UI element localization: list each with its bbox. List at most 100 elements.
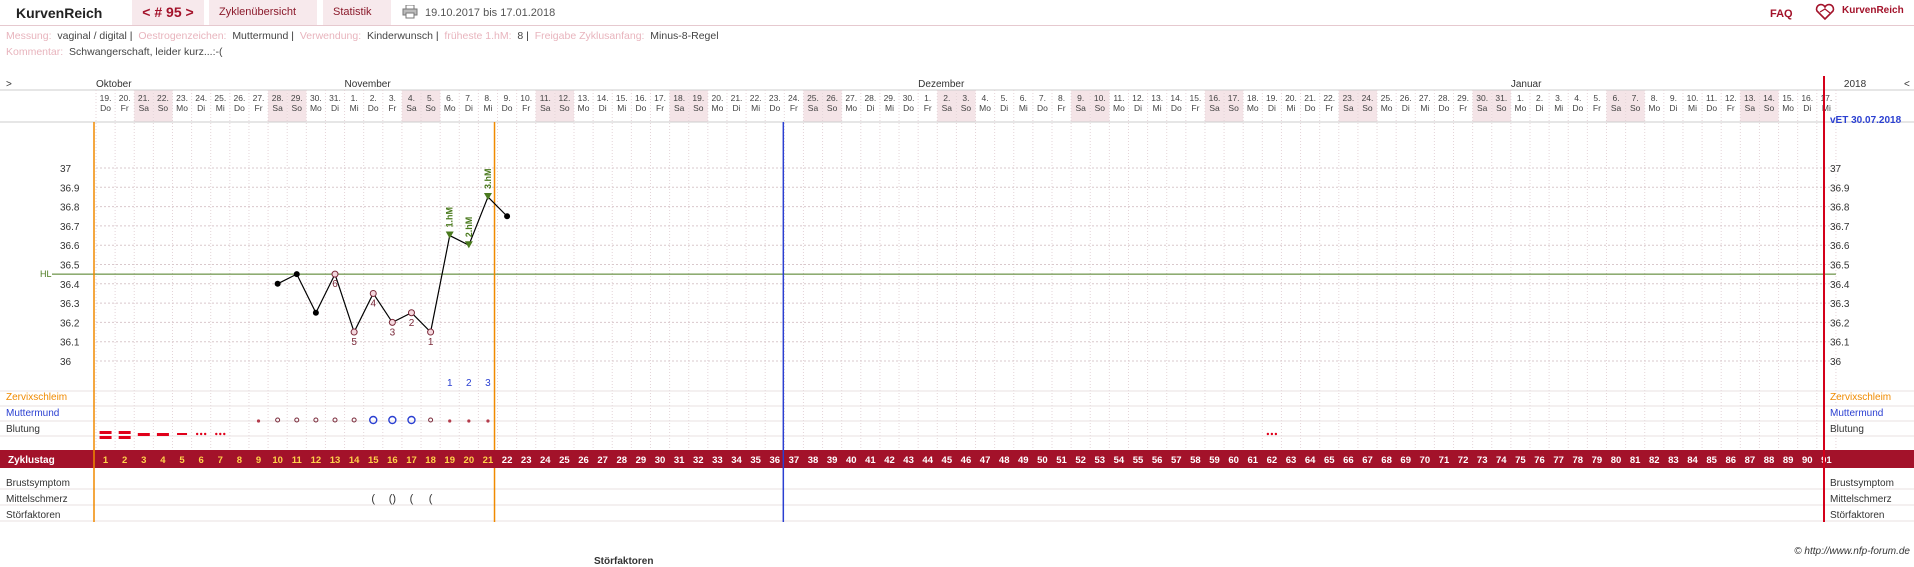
weekday-label: Di	[1803, 103, 1811, 113]
cycle-day-number: 26	[578, 455, 589, 466]
cycle-day-number: 36	[769, 455, 780, 466]
low-count-label: 2	[409, 318, 415, 329]
cycle-day-number: 80	[1611, 455, 1622, 466]
cycle-day-number: 44	[922, 455, 933, 466]
weekday-label: Do	[635, 103, 646, 113]
cycle-day-number: 25	[559, 455, 570, 466]
cycle-navigator[interactable]: < # 95 >	[132, 0, 204, 25]
y-tick-right: 36.6	[1830, 241, 1850, 252]
cycle-day-number: 61	[1247, 455, 1258, 466]
copyright: © http://www.nfp-forum.de	[1794, 546, 1910, 557]
y-tick-right: 36.4	[1830, 280, 1850, 291]
bleeding-spotting	[195, 432, 199, 436]
cervix-open-marker	[369, 415, 378, 425]
temp-point-low	[331, 270, 339, 278]
date-label: 6.	[1612, 93, 1619, 103]
weekday-label: Di	[197, 103, 205, 113]
meta-row-2: Kommentar: Schwangerschaft, leider kurz.…	[6, 46, 223, 58]
cycle-day-number: 10	[272, 455, 283, 466]
oestrogen-value: Muttermund	[232, 30, 289, 42]
y-tick-right: 36.7	[1830, 222, 1850, 233]
date-label: 6.	[446, 93, 453, 103]
month-label: Dezember	[918, 79, 965, 90]
row-label-right-brust: Brustsymptom	[1830, 478, 1894, 489]
weekday-label: Mo	[310, 103, 322, 113]
temp-point-low	[388, 318, 396, 326]
weekday-label: Di	[1669, 103, 1677, 113]
date-label: 2.	[943, 93, 950, 103]
hm-label: 1.hM	[445, 207, 455, 228]
low-count-label: 3	[390, 327, 396, 338]
weekday-label: Mi	[350, 103, 359, 113]
weekday-label: Sa	[1477, 103, 1488, 113]
date-label: 25.	[807, 93, 819, 103]
y-tick-left: 36.5	[60, 261, 80, 272]
low-count-label: 5	[351, 337, 357, 348]
date-label: 26.	[826, 93, 838, 103]
date-label: 5.	[1593, 93, 1600, 103]
row-label-right-stoer: Störfaktoren	[1830, 510, 1884, 521]
weekday-label: Sa	[1209, 103, 1220, 113]
temp-point	[293, 271, 300, 278]
bleeding-spotting	[199, 432, 203, 436]
weekday-label: Di	[733, 103, 741, 113]
tab-cycle-overview[interactable]: Zyklenübersicht	[209, 0, 317, 25]
cycle-day-number: 42	[884, 455, 895, 466]
date-label: 10.	[1094, 93, 1106, 103]
cycle-day-number: 3	[141, 455, 146, 466]
cycle-day-number: 32	[693, 455, 704, 466]
date-label: 10.	[520, 93, 532, 103]
date-label: 27.	[1419, 93, 1431, 103]
zyklustag-bar	[0, 450, 1914, 468]
date-label: 5.	[1001, 93, 1008, 103]
weekday-label: Sa	[942, 103, 953, 113]
weekday-label: Fr	[1459, 103, 1467, 113]
cycle-day-number: 71	[1439, 455, 1450, 466]
date-label: 21.	[138, 93, 150, 103]
cycle-day-number: 33	[712, 455, 723, 466]
cervix-closed-marker	[486, 419, 490, 423]
weekday-label: Di	[1268, 103, 1276, 113]
date-label: 4.	[408, 93, 415, 103]
cycle-day-number: 40	[846, 455, 857, 466]
month-label: 2018	[1844, 79, 1867, 90]
cycle-day-number: 41	[865, 455, 876, 466]
date-label: 21.	[731, 93, 743, 103]
weekday-label: Fr	[255, 103, 263, 113]
tab-statistics[interactable]: Statistik	[323, 0, 391, 25]
hm-label: 2.hM	[464, 217, 474, 238]
mittelschmerz-mark: (	[371, 493, 375, 505]
weekday-label: Mi	[751, 103, 760, 113]
printer-icon[interactable]	[402, 5, 418, 19]
weekday-label: Do	[769, 103, 780, 113]
messung-label: Messung:	[6, 30, 52, 42]
weekday-label: Mi	[1554, 103, 1563, 113]
date-label: 14.	[597, 93, 609, 103]
date-label: 14.	[1170, 93, 1182, 103]
date-label: 9.	[504, 93, 511, 103]
mittelschmerz-mark: (	[410, 493, 414, 505]
date-label: 9.	[1077, 93, 1084, 103]
cycle-day-number: 6	[199, 455, 204, 466]
weekday-label: Sa	[1611, 103, 1622, 113]
cycle-day-number: 9	[256, 455, 261, 466]
weekday-label: So	[158, 103, 169, 113]
hm-label: 3.hM	[483, 168, 493, 189]
faq-link[interactable]: FAQ	[1770, 8, 1793, 20]
cycle-day-number: 50	[1037, 455, 1048, 466]
weekday-label: So	[693, 103, 704, 113]
row-label-right-mittel: Mittelschmerz	[1830, 494, 1892, 505]
date-label: 15.	[1189, 93, 1201, 103]
weekday-label: Mo	[711, 103, 723, 113]
date-label: 8.	[1058, 93, 1065, 103]
cycle-day-number: 4	[160, 455, 166, 466]
y-tick-left: 36	[60, 357, 72, 368]
date-label: 30.	[1476, 93, 1488, 103]
cycle-day-number: 67	[1362, 455, 1373, 466]
weekday-label: Mi	[483, 103, 492, 113]
cycle-day-number: 16	[387, 455, 398, 466]
weekday-label: Fr	[790, 103, 798, 113]
weekday-label: So	[1228, 103, 1239, 113]
date-label: 13.	[1151, 93, 1163, 103]
y-tick-left: 36.8	[60, 203, 80, 214]
